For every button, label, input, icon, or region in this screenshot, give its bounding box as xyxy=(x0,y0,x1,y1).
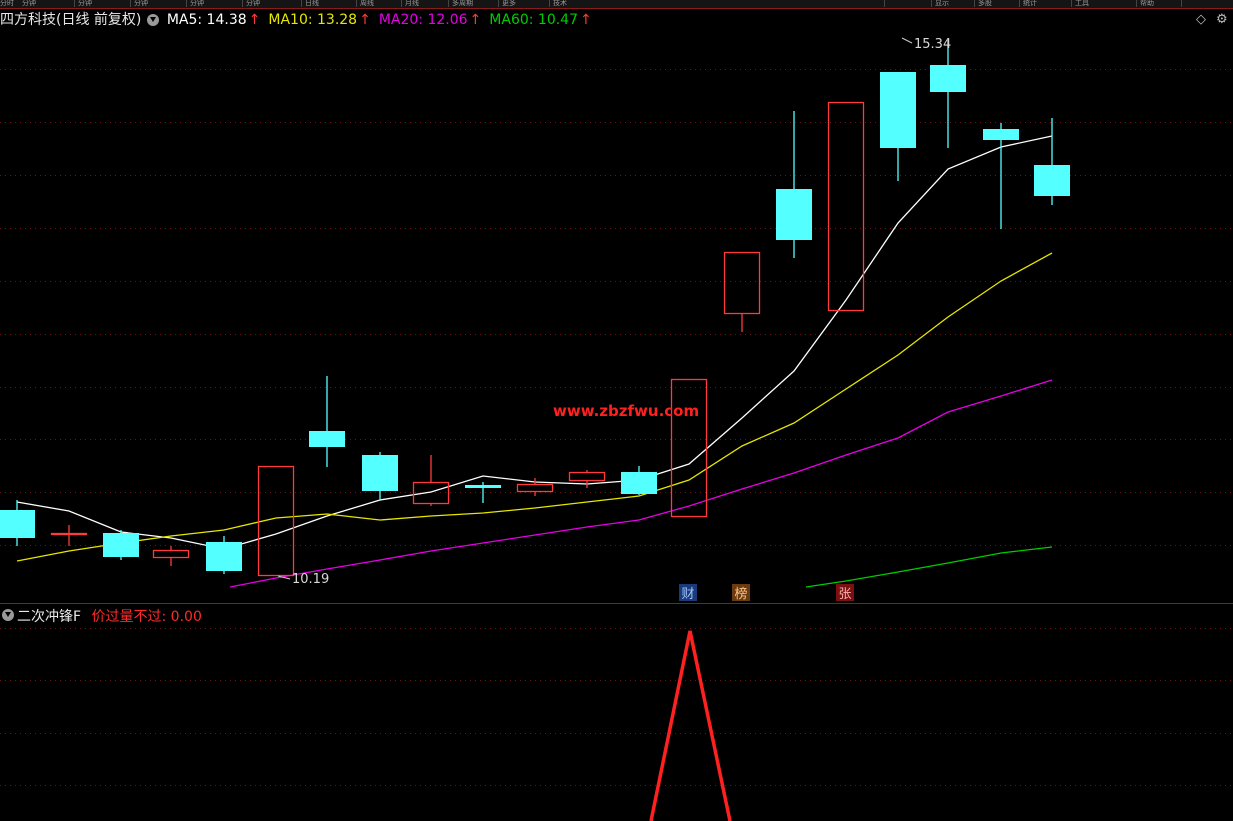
candle-body xyxy=(776,189,812,240)
candlestick xyxy=(723,251,761,332)
candle-body xyxy=(0,510,35,538)
event-marker: 财 xyxy=(679,584,697,602)
candle-body xyxy=(309,431,345,447)
candle-body xyxy=(827,101,865,312)
event-marker: 张 xyxy=(836,584,854,602)
candlestick xyxy=(50,525,88,546)
candlestick xyxy=(983,123,1019,229)
max-pointer xyxy=(901,37,913,44)
ma-line xyxy=(16,135,1053,550)
candlestick xyxy=(362,452,398,500)
candle-body xyxy=(516,483,554,493)
candle-body xyxy=(930,65,966,92)
ma-line xyxy=(16,252,1053,562)
annotations: 15.34 10.19 www.zbzfwu.com 财 榜 张 xyxy=(277,37,951,602)
candlestick xyxy=(1034,118,1070,205)
grid-lines xyxy=(0,8,1233,786)
candle-body xyxy=(50,532,88,536)
candle-body xyxy=(465,485,501,488)
candle-body xyxy=(362,455,398,491)
candlestick xyxy=(309,376,345,467)
candle-body xyxy=(880,72,916,148)
marker-text: 财 xyxy=(681,587,694,602)
candle-body xyxy=(152,549,190,559)
event-marker: 榜 xyxy=(732,584,750,602)
marker-text: 榜 xyxy=(734,586,747,602)
indicator-line xyxy=(649,630,732,821)
candlestick xyxy=(152,546,190,566)
candle-body xyxy=(103,533,139,557)
candlestick xyxy=(776,111,812,258)
candlestick xyxy=(930,40,966,148)
candle-body xyxy=(723,251,761,315)
candlestick xyxy=(621,466,657,495)
candle-body xyxy=(412,481,450,505)
marker-text: 张 xyxy=(838,587,851,602)
indicator-panel xyxy=(649,630,732,821)
candlestick xyxy=(412,455,450,506)
candle-body xyxy=(1034,165,1070,196)
ma-line xyxy=(805,546,1053,588)
candlestick xyxy=(670,378,708,518)
min-price-label: 10.19 xyxy=(292,572,329,587)
candlestick xyxy=(568,470,606,488)
watermark-text: www.zbzfwu.com xyxy=(553,402,699,420)
candle-body xyxy=(621,472,657,494)
candlestick xyxy=(827,101,865,312)
max-price-label: 15.34 xyxy=(914,37,951,52)
candle-body xyxy=(568,471,606,482)
chart-canvas: 15.34 10.19 www.zbzfwu.com 财 榜 张 xyxy=(0,8,1233,821)
candlestick xyxy=(0,500,35,546)
candlestick xyxy=(206,536,242,574)
candle-body xyxy=(206,542,242,571)
candle-body xyxy=(670,378,708,518)
candle-body xyxy=(983,129,1019,140)
moving-average-lines xyxy=(16,135,1053,588)
candlestick xyxy=(880,72,916,181)
candlesticks xyxy=(0,40,1070,577)
candlestick xyxy=(103,530,139,560)
